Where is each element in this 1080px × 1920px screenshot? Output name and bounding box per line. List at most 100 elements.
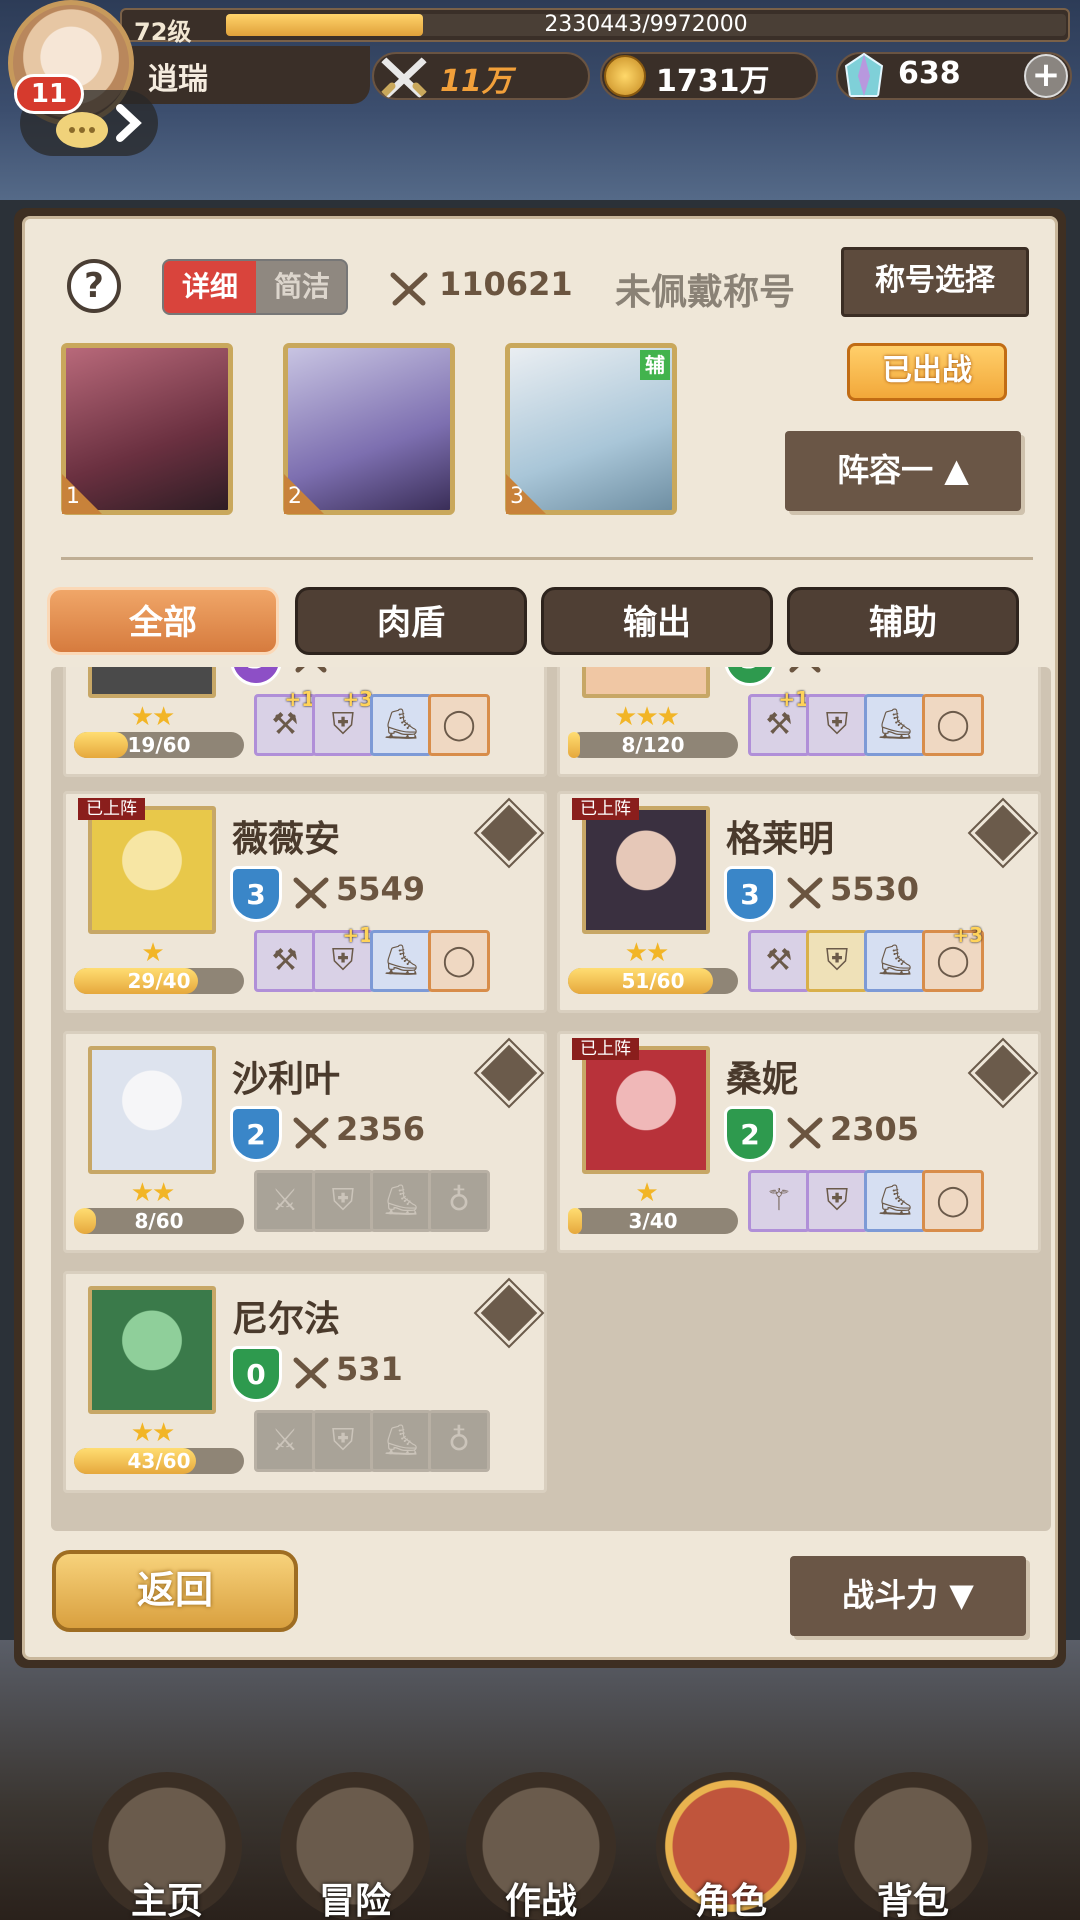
equip-slot-armor-icon[interactable]: ⛨ +3	[312, 689, 374, 756]
hero-name: 薇薇安	[232, 819, 341, 860]
sort-by-power-button[interactable]: 战斗力 ▼	[790, 1556, 1026, 1636]
notification-badge: 11	[14, 74, 84, 114]
tab-tank[interactable]: 肉盾	[295, 587, 527, 655]
hero-card[interactable]: 已上阵 格莱明 3 5530 ★★ 51/60 ⚒ ⛨ ⛸ ◯ +3	[557, 791, 1041, 1013]
slot-number: 1	[62, 474, 102, 514]
lineup-select-button[interactable]: 阵容一 ▲	[785, 431, 1021, 511]
help-button[interactable]: ?	[67, 259, 121, 313]
equip-slot-armor-icon[interactable]: ⛨	[806, 930, 868, 992]
equip-slot-axe-icon[interactable]: ⚒ +1	[748, 689, 810, 756]
hero-exp-bar: 43/60	[74, 1448, 244, 1474]
hero-power: 2356	[336, 1110, 426, 1148]
hero-portrait	[582, 667, 710, 698]
gem-value: 638	[898, 56, 961, 91]
tab-support[interactable]: 辅助	[787, 587, 1019, 655]
nav-home[interactable]: 主页	[92, 1772, 242, 1920]
equip-slot-sword-icon[interactable]: ⚔	[254, 1410, 316, 1472]
hero-card[interactable]: 沙利叶 2 2356 ★★ 8/60 ⚔ ⛨ ⛸ ♁	[63, 1031, 547, 1253]
hero-portrait	[88, 1046, 216, 1174]
slot-number: 2	[284, 474, 324, 514]
power-value: 11万	[440, 64, 512, 99]
deployed-button[interactable]: 已出战	[847, 343, 1007, 401]
enhance-level: +1	[778, 687, 809, 711]
hero-exp-bar: 51/60	[568, 968, 738, 994]
crossed-swords-icon	[787, 877, 823, 909]
hero-name: 桑妮	[726, 1059, 799, 1100]
equip-slot-armor-icon[interactable]: ⛨	[312, 1170, 374, 1232]
hero-exp-text: 51/60	[621, 969, 685, 993]
crossed-swords-icon	[789, 667, 821, 673]
add-gems-button[interactable]: +	[1024, 54, 1068, 98]
hero-portrait	[582, 806, 710, 934]
hero-card[interactable]: 已上阵 薇薇安 3 5549 ★ 29/40 ⚒ ⛨ +1 ⛸ ◯	[63, 791, 547, 1013]
hero-exp-text: 29/40	[127, 969, 191, 993]
title-select-button[interactable]: 称号选择	[841, 247, 1029, 317]
hero-card[interactable]: 尼尔法 0 531 ★★ 43/60 ⚔ ⛨ ⛸ ♁	[63, 1271, 547, 1493]
nav-bag[interactable]: 背包	[838, 1772, 988, 1920]
equip-slot-armor-icon[interactable]: ⛨	[806, 694, 868, 756]
rank-shield: 0	[230, 1346, 282, 1402]
hero-exp-bar: 29/40	[74, 968, 244, 994]
hero-detail-icon[interactable]	[967, 1037, 1039, 1109]
hero-name: 尼尔法	[232, 1299, 341, 1340]
equip-slot-ring-icon[interactable]: ◯ +3	[922, 925, 984, 992]
return-button[interactable]: 返回	[52, 1550, 298, 1632]
hero-list[interactable]: 314742★★19/60⚒+1⛨+3⛸◯36937★★★8/120⚒+1⛨⛸◯…	[51, 667, 1051, 1531]
hero-detail-icon[interactable]	[967, 797, 1039, 869]
equip-slot-axe-icon[interactable]: ⚒	[254, 930, 316, 992]
hero-card[interactable]: 3 6937 ★★★8/120 ⚒+1⛨⛸◯	[557, 667, 1041, 777]
nav-battle[interactable]: 作战	[466, 1772, 616, 1920]
view-simple-tab[interactable]: 简洁	[256, 261, 346, 313]
crossed-swords-icon	[295, 667, 327, 673]
support-tag: 辅	[640, 350, 670, 380]
rank-shield: 3	[230, 866, 282, 922]
equip-slot-necklace-icon[interactable]: ♁	[428, 1410, 490, 1472]
hero-card[interactable]: 已上阵 桑妮 2 2305 ★ 3/40 ⚚ ⛨ ⛸ ◯	[557, 1031, 1041, 1253]
hero-detail-icon[interactable]	[473, 1277, 545, 1349]
team-slot-2[interactable]: 2	[283, 343, 455, 515]
equip-slot-boots-icon[interactable]: ⛸	[864, 1170, 926, 1232]
star-rating: ★★	[130, 702, 176, 732]
equip-slot-axe-icon[interactable]: ⚒	[748, 930, 810, 992]
star-rating: ★	[635, 1178, 658, 1208]
equip-slot-necklace-icon[interactable]: ♁	[428, 1170, 490, 1232]
equip-slot-boots-icon[interactable]: ⛸	[370, 1170, 432, 1232]
equip-slot-armor-icon[interactable]: ⛨	[312, 1410, 374, 1472]
hero-name: 格莱明	[726, 819, 835, 860]
tab-all[interactable]: 全部	[47, 587, 279, 655]
crossed-swords-icon	[293, 877, 329, 909]
view-detailed-tab[interactable]: 详细	[164, 261, 256, 313]
nav-adventure[interactable]: 冒险	[280, 1772, 430, 1920]
hero-detail-icon[interactable]	[473, 797, 545, 869]
equip-slot-boots-icon[interactable]: ⛸	[370, 930, 432, 992]
hero-exp-text: 19/60	[127, 733, 191, 757]
gem-icon	[844, 52, 884, 97]
equip-slot-ring-icon[interactable]: ◯	[428, 930, 490, 992]
hero-detail-icon[interactable]	[473, 1037, 545, 1109]
equip-slot-axe-icon[interactable]: ⚒ +1	[254, 689, 316, 756]
rank-shield: 2	[724, 1106, 776, 1162]
equip-slot-armor-icon[interactable]: ⛨ +1	[312, 925, 374, 992]
hero-portrait	[88, 806, 216, 934]
team-slot-3[interactable]: 3 辅	[505, 343, 677, 515]
equip-slot-ring-icon[interactable]: ◯	[428, 694, 490, 756]
hero-exp-bar: 8/120	[568, 732, 738, 758]
equip-slot-ring-icon[interactable]: ◯	[922, 694, 984, 756]
deployed-tag: 已上阵	[572, 798, 639, 820]
tab-damage[interactable]: 输出	[541, 587, 773, 655]
title-status: 未佩戴称号	[615, 272, 796, 313]
equip-slot-boots-icon[interactable]: ⛸	[864, 930, 926, 992]
equip-slot-boots-icon[interactable]: ⛸	[864, 694, 926, 756]
nav-characters[interactable]: 角色	[656, 1772, 806, 1920]
hero-exp-text: 8/120	[621, 733, 685, 757]
equip-slot-ring-icon[interactable]: ◯	[922, 1170, 984, 1232]
hero-exp-text: 8/60	[134, 1209, 184, 1233]
team-slot-1[interactable]: 1	[61, 343, 233, 515]
equip-slot-armor-icon[interactable]: ⛨	[806, 1170, 868, 1232]
equip-slot-boots-icon[interactable]: ⛸	[370, 694, 432, 756]
hero-card[interactable]: 3 14742 ★★19/60 ⚒+1⛨+3⛸◯	[63, 667, 547, 777]
equip-slot-sword-icon[interactable]: ⚔	[254, 1170, 316, 1232]
equip-slot-staff-icon[interactable]: ⚚	[748, 1170, 810, 1232]
equip-slot-boots-icon[interactable]: ⛸	[370, 1410, 432, 1472]
hero-exp-bar: 3/40	[568, 1208, 738, 1234]
